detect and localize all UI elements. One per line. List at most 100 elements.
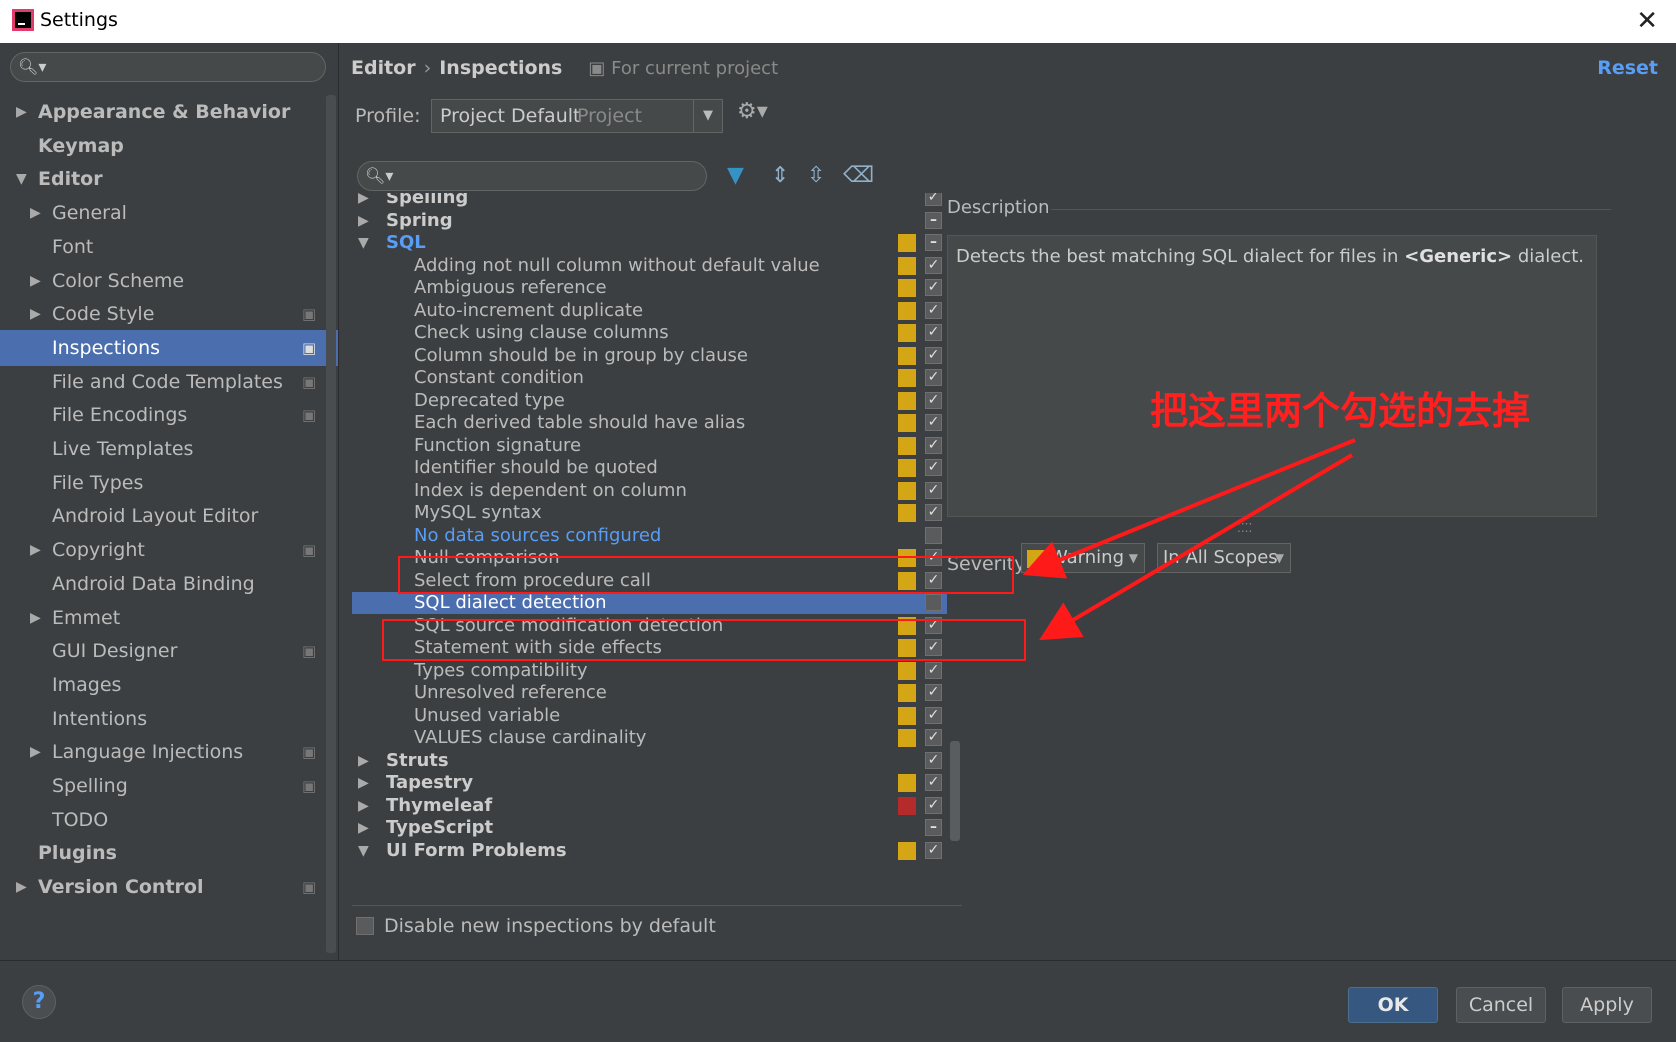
sidebar-item-font[interactable]: Font [0, 229, 338, 265]
inspection-row[interactable]: Auto-increment duplicate ✓ [352, 300, 947, 322]
inspection-group[interactable]: ▼ UI Form Problems ✓ [352, 840, 947, 862]
inspection-group[interactable]: ▶ Thymeleaf ✓ [352, 795, 947, 817]
inspection-group[interactable]: ▶ Tapestry ✓ [352, 772, 947, 794]
inspection-row[interactable]: No data sources configured [352, 525, 947, 547]
sidebar-item-images[interactable]: Images [0, 667, 338, 703]
inspection-checkbox[interactable]: ✓ [925, 729, 942, 746]
help-button[interactable]: ? [22, 985, 56, 1019]
apply-button[interactable]: Apply [1562, 987, 1652, 1023]
reset-link[interactable]: Reset [1597, 57, 1658, 79]
inspection-checkbox[interactable]: ✓ [925, 256, 942, 274]
collapsed-arrow-icon[interactable]: ▶ [30, 296, 41, 332]
sidebar-item-android-layout-editor[interactable]: Android Layout Editor [0, 498, 338, 534]
inspection-checkbox[interactable]: – [925, 211, 942, 229]
inspection-row[interactable]: MySQL syntax ✓ [352, 502, 947, 524]
inspection-group[interactable]: ▶ Spelling ✓ [352, 193, 947, 209]
inspection-row[interactable]: VALUES clause cardinality ✓ [352, 727, 947, 749]
inspection-group[interactable]: ▶ Struts ✓ [352, 750, 947, 772]
inspection-row[interactable]: Function signature ✓ [352, 435, 947, 457]
inspection-checkbox[interactable]: ✓ [925, 504, 942, 521]
inspection-checkbox[interactable]: ✓ [925, 301, 942, 319]
collapsed-arrow-icon[interactable]: ▶ [358, 817, 369, 839]
sidebar-item-emmet[interactable]: ▶ Emmet [0, 600, 338, 636]
severity-select[interactable]: Warning ▼ [1021, 543, 1145, 573]
sidebar-item-inspections[interactable]: Inspections ▣ [0, 329, 338, 366]
collapsed-arrow-icon[interactable]: ▶ [358, 193, 369, 209]
close-icon[interactable]: ✕ [1636, 4, 1658, 38]
inspection-checkbox[interactable]: ✓ [925, 459, 942, 476]
inspection-checkbox[interactable]: – [925, 819, 942, 836]
inspection-row[interactable]: Index is dependent on column ✓ [352, 480, 947, 502]
sidebar-item-file-encodings[interactable]: File Encodings ▣ [0, 397, 338, 433]
sidebar-item-code-style[interactable]: ▶ Code Style ▣ [0, 296, 338, 332]
inspection-row[interactable]: Unused variable ✓ [352, 705, 947, 727]
inspection-checkbox[interactable]: ✓ [925, 684, 942, 701]
sidebar-item-todo[interactable]: TODO [0, 802, 338, 838]
sidebar-scrollbar[interactable] [326, 95, 336, 953]
inspection-checkbox[interactable]: ✓ [925, 661, 942, 679]
chevron-down-icon[interactable]: ▼ [693, 100, 722, 132]
inspection-checkbox[interactable]: ✓ [925, 193, 942, 206]
inspection-checkbox[interactable]: ✓ [925, 414, 942, 431]
expanded-arrow-icon[interactable]: ▼ [16, 161, 27, 197]
sidebar-item-color-scheme[interactable]: ▶ Color Scheme [0, 263, 338, 299]
inspection-row[interactable]: Constant condition ✓ [352, 367, 947, 389]
inspection-checkbox[interactable]: ✓ [925, 346, 942, 364]
inspection-checkbox[interactable]: ✓ [925, 841, 942, 859]
sidebar-item-spelling[interactable]: Spelling ▣ [0, 768, 338, 804]
sidebar-item-general[interactable]: ▶ General [0, 195, 338, 231]
sidebar-item-copyright[interactable]: ▶ Copyright ▣ [0, 532, 338, 568]
inspection-row[interactable]: Adding not null column without default v… [352, 255, 947, 277]
inspection-row[interactable]: Unresolved reference ✓ [352, 682, 947, 704]
collapse-all-icon[interactable]: ⇳ [807, 163, 825, 188]
collapsed-arrow-icon[interactable]: ▶ [358, 795, 369, 817]
splitter-handle[interactable]: ⁚⁚⁚⁚ [1237, 521, 1252, 535]
inspection-checkbox[interactable]: ✓ [925, 706, 942, 724]
sidebar-item-appearance-behavior[interactable]: ▶ Appearance & Behavior [0, 94, 338, 130]
inspection-row[interactable]: Types compatibility ✓ [352, 660, 947, 682]
expand-all-icon[interactable]: ⇕ [771, 163, 789, 188]
scope-select[interactable]: In All Scopes ▼ [1157, 543, 1291, 573]
inspections-search-input[interactable]: 🔍︎▾ [357, 161, 707, 191]
collapsed-arrow-icon[interactable]: ▶ [30, 532, 41, 568]
inspection-checkbox[interactable]: ✓ [925, 774, 942, 791]
collapsed-arrow-icon[interactable]: ▶ [358, 772, 369, 794]
collapsed-arrow-icon[interactable]: ▶ [16, 94, 27, 130]
inspection-checkbox[interactable]: ✓ [925, 796, 942, 814]
inspection-group[interactable]: ▶ Spring – [352, 210, 947, 232]
profile-select[interactable]: Project Default Project ▼ [431, 99, 723, 133]
inspection-checkbox[interactable]: ✓ [925, 391, 942, 409]
sidebar-item-editor[interactable]: ▼ Editor [0, 161, 338, 197]
collapsed-arrow-icon[interactable]: ▶ [30, 195, 41, 231]
inspection-checkbox[interactable]: ✓ [925, 324, 942, 341]
inspection-checkbox[interactable]: ✓ [925, 436, 942, 454]
inspection-row[interactable]: SQL dialect detection [352, 592, 947, 614]
filter-icon[interactable]: ▼ [727, 163, 744, 188]
sidebar-item-keymap[interactable]: Keymap [0, 128, 338, 164]
sidebar-item-plugins[interactable]: Plugins [0, 835, 338, 871]
sidebar-item-gui-designer[interactable]: GUI Designer ▣ [0, 633, 338, 669]
inspection-row[interactable]: Ambiguous reference ✓ [352, 277, 947, 299]
inspection-row[interactable]: Deprecated type ✓ [352, 390, 947, 412]
expanded-arrow-icon[interactable]: ▼ [358, 840, 369, 862]
cancel-button[interactable]: Cancel [1456, 987, 1546, 1023]
collapsed-arrow-icon[interactable]: ▶ [358, 210, 369, 232]
inspection-group[interactable]: ▶ TypeScript – [352, 817, 947, 839]
sidebar-item-version-control[interactable]: ▶ Version Control ▣ [0, 869, 338, 905]
eraser-icon[interactable]: ⌫ [843, 163, 874, 188]
sidebar-item-file-and-code-templates[interactable]: File and Code Templates ▣ [0, 364, 338, 400]
sidebar-search-input[interactable]: 🔍︎▾ [10, 52, 326, 82]
inspection-checkbox[interactable] [925, 594, 942, 611]
collapsed-arrow-icon[interactable]: ▶ [30, 734, 41, 770]
sidebar-item-file-types[interactable]: File Types [0, 465, 338, 501]
ok-button[interactable]: OK [1348, 987, 1438, 1023]
inspection-row[interactable]: Check using clause columns ✓ [352, 322, 947, 344]
collapsed-arrow-icon[interactable]: ▶ [16, 869, 27, 905]
collapsed-arrow-icon[interactable]: ▶ [30, 600, 41, 636]
gear-icon[interactable]: ⚙▾ [737, 99, 768, 124]
sidebar-item-language-injections[interactable]: ▶ Language Injections ▣ [0, 734, 338, 770]
inspection-checkbox[interactable]: ✓ [925, 279, 942, 296]
inspection-checkbox[interactable]: – [925, 234, 942, 251]
collapsed-arrow-icon[interactable]: ▶ [30, 263, 41, 299]
scrollbar-thumb[interactable] [950, 741, 960, 841]
